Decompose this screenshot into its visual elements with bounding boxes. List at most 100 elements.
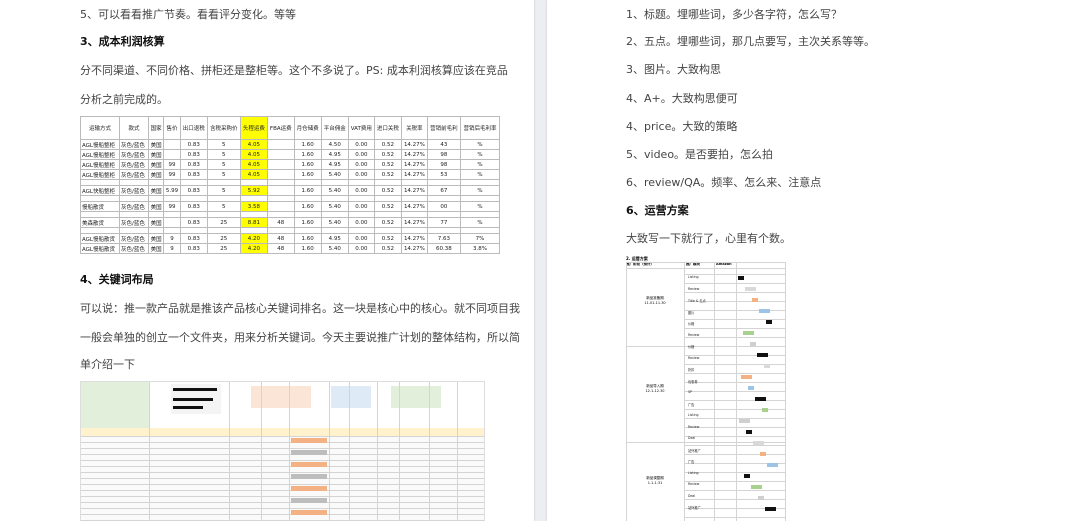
mini-module-label: 优惠券 [688, 379, 698, 384]
table-row: AGL慢船散货 灰色/蓝色 美国 9 0.83 25 4.20 48 1.60 4.95 0.00 0… [80, 233, 501, 244]
table-header: FBA运费 [266, 116, 295, 140]
mini-module-label: 图片 [688, 310, 695, 315]
thumb-grid-col [457, 382, 458, 521]
table-cell: 5 [206, 159, 241, 170]
mini-module-label: Review [688, 482, 700, 486]
table-cell: 98 [426, 159, 461, 170]
mini-redacted-block [759, 309, 770, 313]
table-cell: 3.58 [239, 201, 268, 212]
table-cell: 9 [163, 233, 181, 244]
mini-module-label: Deal [688, 436, 696, 440]
table-cell: 1.60 [293, 159, 322, 170]
table-header: 营销前毛利 [426, 116, 461, 140]
table-cell: 43 [426, 139, 461, 150]
table-cell: 4.05 [239, 139, 268, 150]
mini-module-label: 广告 [688, 402, 695, 407]
table-cell: 5.92 [239, 185, 268, 196]
mini-grid-row [684, 400, 786, 401]
table-cell: % [459, 185, 501, 196]
mini-module-label: Listing [688, 275, 699, 279]
mini-redacted-block [751, 485, 762, 489]
table-cell: 4.95 [320, 233, 349, 244]
table-cell: 48 [266, 233, 295, 244]
mini-grid-row [684, 454, 786, 455]
table-cell: % [459, 149, 501, 160]
table-cell: 5.40 [320, 201, 349, 212]
table-cell: 0.83 [179, 233, 208, 244]
mini-redacted-block [750, 342, 756, 346]
thumb-redacted-bar [173, 388, 217, 391]
table-cell: % [459, 139, 501, 150]
thumb-grid-row [81, 454, 484, 455]
thumb-fill-cell [291, 486, 327, 491]
thumb-redacted-bar [173, 398, 213, 401]
table-cell: 5.40 [320, 243, 349, 254]
table-cell: 14.27% [400, 149, 428, 160]
table-cell: 53 [426, 169, 461, 180]
mini-redacted-block [738, 276, 744, 280]
keyword-spreadsheet-image [80, 381, 485, 521]
table-cell: 5.40 [320, 185, 349, 196]
mini-grid-row [684, 382, 786, 383]
table-cell: % [459, 217, 501, 228]
thumb-grid-col [149, 382, 150, 521]
table-cell: 0.52 [373, 233, 402, 244]
table-cell: 14.27% [400, 217, 428, 228]
mini-redacted-block [746, 430, 752, 434]
table-cell: 0.00 [347, 159, 375, 170]
table-cell: 4.95 [320, 159, 349, 170]
table-cell: 0.52 [373, 243, 402, 254]
keyword-paragraph-line-1: 可以说：推一款产品就是推该产品核心关键词排名。这一块是核心中的核心。就不同项目我 [80, 302, 520, 315]
table-cell: 5.40 [320, 217, 349, 228]
item-price: 4、price。大致的策略 [626, 120, 738, 133]
table-cell: 灰色/蓝色 [118, 139, 150, 150]
keyword-paragraph-line-3: 单介绍一下 [80, 358, 135, 371]
mini-redacted-block [767, 463, 778, 467]
thumb-grid-col [229, 382, 230, 521]
table-cell: 1.60 [293, 243, 322, 254]
table-cell: 9 [163, 243, 181, 254]
thumb-grid-col [399, 382, 400, 521]
mini-redacted-block [748, 386, 754, 390]
mini-border [626, 268, 786, 269]
heading-cost-profit: 3、成本利润核算 [80, 35, 165, 48]
table-cell: 4.20 [239, 243, 268, 254]
thumb-grid-row [81, 490, 484, 491]
table-header: 出口退税 [179, 116, 208, 140]
thumb-header-green [81, 382, 149, 428]
thumb-redacted-bar [173, 406, 203, 409]
mini-module-label: Title & 五点 [688, 299, 706, 303]
table-cell: 灰色/蓝色 [118, 201, 150, 212]
mini-redacted-block [764, 364, 770, 368]
table-cell: 14.27% [400, 201, 428, 212]
mini-redacted-block [766, 320, 772, 324]
table-cell: 5.40 [320, 169, 349, 180]
table-cell: AGL慢船散货 [80, 233, 120, 244]
table-cell: 美国 [148, 159, 165, 170]
mini-module-label: Listing [688, 413, 699, 417]
thumb-fill-cell [291, 438, 327, 443]
mini-grid-row [684, 490, 786, 491]
thumb-fill-cell [291, 498, 327, 503]
table-cell: 25 [206, 233, 241, 244]
table-header: 月仓储费 [293, 116, 322, 140]
table-header: 含税采购价 [206, 116, 241, 140]
mini-module-label: Review [688, 355, 700, 360]
table-cell: 4.05 [239, 159, 268, 170]
thumb-grid-row [81, 478, 484, 479]
mini-phase-label: 新品准备期 11.01-11.30 [644, 296, 666, 305]
table-cell: 77 [426, 217, 461, 228]
table-cell: 5 [206, 185, 241, 196]
cost-paragraph-line-2: 分析之前完成的。 [80, 93, 168, 106]
table-cell: 慢船散货 [80, 201, 120, 212]
cost-table-body: AGL慢船整柜 灰色/蓝色 美国 0.83 5 4.05 1.60 4.50 0.00 0.52 1… [80, 139, 501, 254]
mini-phase-label: 新品导入期 12.1-12.30 [645, 384, 665, 393]
table-row: AGL慢船整柜 灰色/蓝色 美国 0.83 5 4.05 1.60 4.50 0.00 0.52 1… [80, 139, 501, 150]
table-cell: 0.00 [347, 149, 375, 160]
mini-module-label: 价格 [688, 345, 695, 349]
mini-redacted-block [757, 353, 768, 357]
table-cell: 美国 [148, 243, 165, 254]
table-cell: % [459, 159, 501, 170]
table-header: 进口关税 [373, 116, 402, 140]
mini-redacted-block [752, 298, 758, 302]
